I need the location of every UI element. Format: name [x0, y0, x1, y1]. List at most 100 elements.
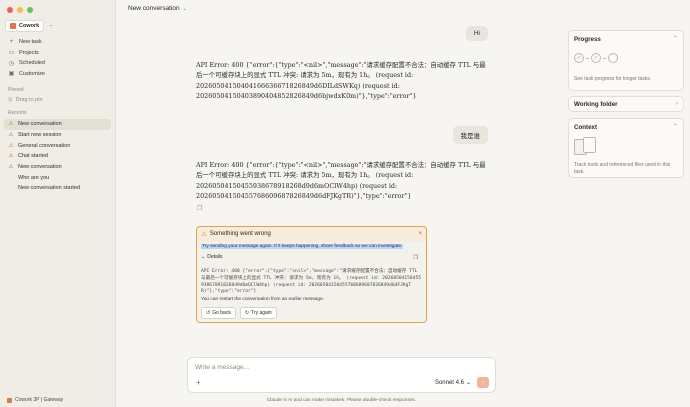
add-attachment-button[interactable]: +: [196, 378, 201, 387]
pinned-section-label: Pinned: [8, 87, 24, 93]
context-title: Context: [574, 124, 598, 131]
warning-icon: ⚠: [8, 153, 14, 160]
composer: + Sonnet 4.6 ⌄ ↑: [187, 357, 496, 393]
send-button[interactable]: ↑: [477, 377, 489, 388]
sidebar-item-customize[interactable]: ▣ Customize: [6, 69, 109, 80]
error-message: Try sending your message again. If it ke…: [201, 244, 404, 249]
chevron-right-icon: ›: [676, 101, 678, 107]
chevron-up-icon[interactable]: ⌃: [673, 35, 678, 42]
recent-item[interactable]: · New conversation started: [4, 183, 111, 194]
error-details-text: API Error: 400 {"error":{"type":"<nil>",…: [201, 269, 421, 295]
workspace-switcher[interactable]: Cowork: [5, 20, 45, 32]
sidebar-item-label: New task: [19, 39, 42, 46]
warning-icon: ⚠: [8, 164, 14, 171]
message-input[interactable]: [195, 364, 395, 371]
sidebar-footer[interactable]: Cowork 3P | Gateway: [7, 397, 63, 403]
sidebar-item-label: Projects: [19, 49, 39, 56]
recent-item-label: New conversation: [18, 121, 62, 128]
progress-description: See task progress for longer tasks.: [574, 76, 652, 82]
sidebar-item-projects[interactable]: ▭ Projects: [6, 48, 109, 59]
folder-icon: ▭: [8, 50, 15, 57]
sidebar-nav: + New task ▭ Projects ◷ Scheduled ▣ Cust…: [6, 37, 109, 79]
recents-section-label: Recents: [8, 110, 27, 116]
close-icon[interactable]: ×: [418, 231, 422, 237]
working-folder-title: Working folder: [574, 101, 618, 108]
assistant-message: API Error: 400 {"error":{"type":"<nil>",…: [196, 61, 486, 100]
recent-item[interactable]: ⚠ General conversation: [4, 140, 111, 151]
warning-icon: ⚠: [8, 121, 14, 128]
model-selector[interactable]: Sonnet 4.6 ⌄: [434, 379, 471, 387]
chevron-down-icon: ⌄: [201, 254, 206, 260]
go-back-button[interactable]: ↺ Go back: [201, 307, 236, 319]
recent-item[interactable]: ⚠ New conversation: [4, 119, 111, 130]
minimize-window-button[interactable]: [17, 7, 23, 13]
warning-icon: ⚠: [8, 132, 14, 139]
sidebar-item-label: Customize: [19, 70, 45, 77]
drag-to-pin-hint: ⊙ Drag to pin: [8, 97, 43, 103]
page-title: New conversation: [128, 5, 180, 12]
plus-icon: +: [9, 39, 14, 46]
try-again-label: Try again: [251, 310, 272, 316]
dot-icon: ·: [10, 185, 12, 192]
step-circle-icon: [608, 53, 618, 63]
recents-list: ⚠ New conversation ⚠ Start new session ⚠…: [4, 119, 111, 194]
gateway-logo-icon: [7, 397, 12, 403]
collapse-sidebar-icon[interactable]: ⇔: [48, 23, 54, 29]
cowork-logo-icon: [10, 23, 16, 29]
disclaimer: Claude is AI and can make mistakes. Plea…: [266, 398, 417, 403]
drag-to-pin-label: Drag to pin: [15, 97, 43, 103]
restart-note: You can restart the conversation from an…: [201, 297, 325, 302]
error-card-body: Try sending your message again. If it ke…: [197, 242, 426, 322]
model-name: Sonnet 4.6: [434, 379, 464, 386]
recent-item[interactable]: ⚠ New conversation: [4, 162, 111, 173]
retry-icon: ↻: [244, 310, 250, 316]
details-toggle[interactable]: ⌄ Details: [201, 254, 223, 260]
go-back-label: Go back: [212, 310, 231, 316]
progress-steps: ✓ ✓: [574, 53, 618, 63]
sidebar: Cowork ⇔ + New task ▭ Projects ◷ Schedul…: [0, 0, 116, 407]
dot-icon: ·: [10, 174, 12, 181]
step-connector: [603, 57, 606, 59]
customize-icon: ▣: [8, 71, 15, 78]
copy-details-icon[interactable]: ❐: [413, 255, 418, 261]
recent-item-label: Start new session: [18, 132, 62, 139]
close-window-button[interactable]: [7, 7, 13, 13]
progress-title: Progress: [574, 36, 601, 43]
chevron-down-icon: ⌄: [182, 5, 187, 12]
error-card: ⚠ Something went wrong × Try sending you…: [196, 226, 427, 323]
user-message: 我是谁: [452, 126, 488, 144]
recent-item-label: New conversation: [18, 164, 62, 171]
try-again-button[interactable]: ↻ Try again: [239, 307, 277, 319]
recent-item-label: General conversation: [18, 142, 71, 149]
chevron-down-icon: ⌄: [465, 380, 471, 386]
recent-item[interactable]: ⚠ Start new session: [4, 130, 111, 141]
gateway-label: Cowork 3P | Gateway: [15, 397, 64, 403]
recent-item-label: New conversation started: [18, 185, 81, 192]
sidebar-item-new-task[interactable]: + New task: [6, 37, 109, 48]
zoom-window-button[interactable]: [27, 7, 33, 13]
arrow-up-icon: ↑: [481, 379, 485, 386]
progress-panel: Progress ⌃ ✓ ✓ See task progress for lon…: [568, 30, 684, 91]
warning-icon: ⚠: [201, 231, 207, 238]
error-actions: ↺ Go back ↻ Try again: [201, 307, 277, 319]
check-icon: ✓: [591, 53, 601, 63]
recent-item[interactable]: ⚠ Chat started: [4, 151, 111, 162]
documents-icon: [574, 137, 598, 155]
conversation-title-menu[interactable]: New conversation ⌄: [128, 5, 187, 12]
recent-item-label: Who are you: [18, 174, 50, 181]
error-title: Something went wrong: [209, 231, 271, 237]
details-label: Details: [207, 254, 223, 260]
window-controls: [7, 7, 33, 13]
clock-icon: ◷: [8, 60, 15, 67]
sidebar-item-label: Scheduled: [19, 60, 45, 67]
check-icon: ✓: [574, 53, 584, 63]
recent-item[interactable]: · Who are you: [4, 172, 111, 183]
copy-icon[interactable]: ❐: [197, 205, 202, 212]
pin-icon: ⊙: [8, 97, 13, 103]
working-folder-panel[interactable]: Working folder ›: [568, 96, 684, 112]
step-connector: [586, 57, 589, 59]
chevron-up-icon[interactable]: ⌃: [673, 123, 678, 130]
brand-name: Cowork: [19, 23, 40, 29]
brand-row: Cowork ⇔: [5, 20, 54, 32]
sidebar-item-scheduled[interactable]: ◷ Scheduled: [6, 58, 109, 69]
